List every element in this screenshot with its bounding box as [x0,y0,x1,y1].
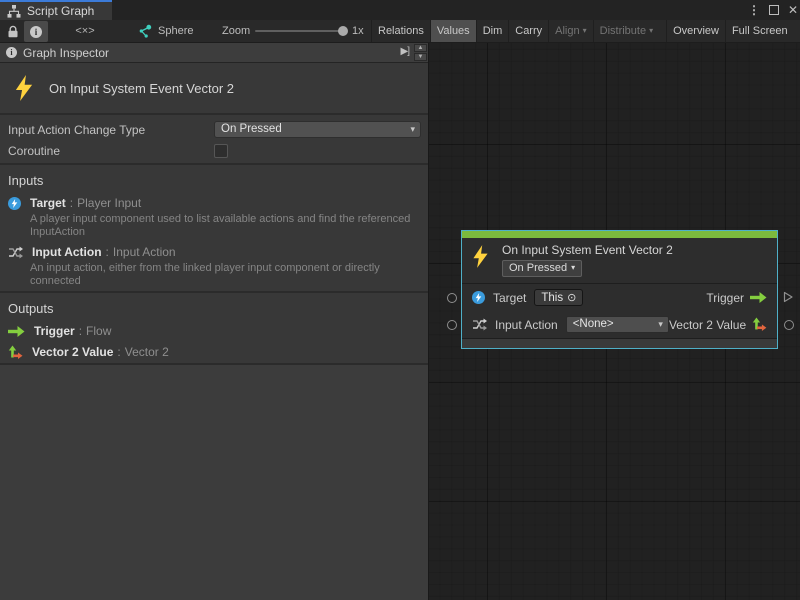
toolbar-button-values[interactable]: Values [430,20,476,42]
input-action-icon [472,318,487,331]
graph-inspector-panel: i Graph Inspector ▶] ▲ ▼ On Input System… [0,43,429,600]
script-graph-asset-icon [138,24,152,38]
input-action-dropdown[interactable]: <None> ▾ [566,316,669,333]
scroll-up-icon[interactable]: ▲ [414,44,427,52]
node-title: On Input System Event Vector 2 [502,243,673,257]
unit-title-block: On Input System Event Vector 2 [0,63,428,115]
zoom-slider-handle[interactable] [338,26,348,36]
chevron-down-icon: ▾ [649,26,653,35]
object-picker-icon: ⊙ [567,291,576,304]
toolbar-button-carry[interactable]: Carry [508,20,548,42]
flow-arrow-icon [750,292,767,303]
toolbar-button-distribute[interactable]: Distribute▾ [593,20,659,42]
vector2-port-label: Vector 2 Value [669,318,746,332]
output-item-vector2: Vector 2 Value : Vector 2 [0,344,428,360]
node-on-input-system-event-vector2[interactable]: On Input System Event Vector 2 On Presse… [461,230,778,349]
tab-script-graph[interactable]: Script Graph [0,0,112,20]
target-port-label: Target [493,291,526,305]
chevron-down-icon: ▾ [571,263,575,272]
toolbar-button-align[interactable]: Align▾ [548,20,592,42]
vector2-icon [752,317,767,332]
chevron-down-icon: ▾ [410,122,415,137]
outputs-section: Outputs Trigger : Flow [0,293,428,365]
input-item-description: A player input component used to list av… [0,213,425,239]
toolbar-button-fullscreen[interactable]: Full Screen [725,20,794,42]
window-titlebar: Script Graph ⋮ ✕ [0,0,800,21]
input-action-port-label: Input Action [495,318,558,332]
inputs-section: Inputs Target : Player Input A player in… [0,165,428,293]
inspector-toggle-button[interactable]: i [24,21,48,42]
unity-script-graph-window: Script Graph ⋮ ✕ i <×> Sphere Zoom 1x [0,0,800,600]
coroutine-row: Coroutine [0,141,428,161]
dock-panel-icon[interactable]: ▶] [401,46,409,57]
node-row-inputaction-vector2: Input Action <None> ▾ Vector 2 Value [462,311,777,338]
target-input-port[interactable] [447,293,457,303]
script-graph-tab-icon [7,5,21,18]
unit-title: On Input System Event Vector 2 [49,81,234,96]
toolbar-toggle-group: Relations Values Dim Carry Align▾ Distri… [371,20,794,42]
input-item-target: Target : Player Input [0,195,428,211]
flow-arrow-icon [8,326,25,337]
graph-inspector-title: Graph Inspector [23,46,109,60]
graph-toolbar: i <×> Sphere Zoom 1x Relations Values Di… [0,20,800,43]
coroutine-checkbox[interactable] [214,144,228,158]
input-item-description: An input action, either from the linked … [0,262,425,288]
inspector-empty-area [0,365,428,600]
trigger-port-label: Trigger [706,291,744,305]
info-icon: i [30,26,42,38]
window-maximize-icon[interactable] [769,5,779,15]
node-footer [462,338,777,348]
zoom-slider[interactable] [255,30,343,32]
input-item-input-action: Input Action : Input Action [0,244,428,260]
coroutine-label: Coroutine [8,144,60,158]
inputs-header: Inputs [0,172,428,190]
vector2-icon [8,345,23,360]
vector2-output-port[interactable] [784,320,794,330]
lightning-icon [472,245,489,268]
change-type-dropdown[interactable]: On Pressed ▾ [214,121,421,138]
change-type-label: Input Action Change Type [8,123,145,137]
chevron-down-icon: ▾ [658,317,663,332]
chevron-down-icon: ▾ [583,26,587,35]
tab-label: Script Graph [27,4,94,18]
toolbar-button-dim[interactable]: Dim [476,20,509,42]
change-type-row: Input Action Change Type On Pressed ▾ [0,120,428,140]
input-action-input-port[interactable] [447,320,457,330]
graph-inspector-header: i Graph Inspector [0,43,428,63]
graph-owner-name[interactable]: Sphere [158,20,193,42]
window-menu-icon[interactable]: ⋮ [748,0,760,20]
panel-scroll-buttons: ▲ ▼ [414,44,427,61]
outputs-header: Outputs [0,300,428,318]
node-event-color-bar [462,231,777,238]
trigger-output-port[interactable] [782,291,794,303]
toolbar-button-relations[interactable]: Relations [371,20,430,42]
node-row-target-trigger: Target This ⊙ Trigger [462,284,777,311]
lightning-icon [14,75,34,101]
window-close-icon[interactable]: ✕ [788,0,798,20]
player-input-icon [472,291,485,304]
player-input-icon [8,197,21,210]
info-icon: i [6,47,17,58]
code-view-icon[interactable]: <×> [70,20,100,42]
lock-icon[interactable] [7,25,19,38]
zoom-label: Zoom [222,20,250,42]
unit-settings: Input Action Change Type On Pressed ▾ Co… [0,115,428,165]
input-action-icon [8,246,23,259]
zoom-value: 1x [352,20,364,42]
node-header: On Input System Event Vector 2 On Presse… [462,238,777,284]
output-item-trigger: Trigger : Flow [0,323,428,339]
target-object-field[interactable]: This ⊙ [534,289,583,306]
node-change-type-dropdown[interactable]: On Pressed▾ [502,260,582,277]
toolbar-button-overview[interactable]: Overview [666,20,725,42]
scroll-down-icon[interactable]: ▼ [414,53,427,61]
